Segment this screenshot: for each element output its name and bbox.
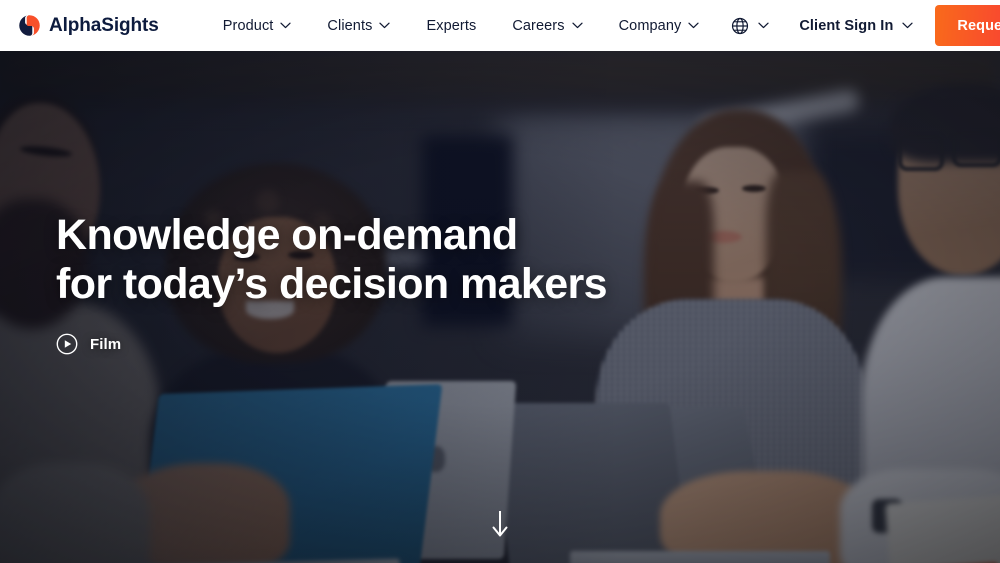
brand-name: AlphaSights <box>49 14 159 36</box>
nav-item-experts[interactable]: Experts <box>408 12 494 40</box>
nav-item-label: Company <box>618 17 682 34</box>
primary-nav: Product Clients Experts Careers Company <box>205 12 718 40</box>
nav-item-clients[interactable]: Clients <box>309 12 408 40</box>
nav-item-label: Careers <box>512 17 565 34</box>
hero-content: Knowledge on-demand for today’s decision… <box>56 211 608 360</box>
nav-item-label: Product <box>222 17 274 34</box>
chevron-down-icon <box>688 22 699 29</box>
nav-item-careers[interactable]: Careers <box>494 12 600 40</box>
client-sign-in[interactable]: Client Sign In <box>783 12 929 40</box>
request-trial-button[interactable]: Request Trial <box>935 5 1000 46</box>
language-selector[interactable] <box>717 11 783 41</box>
alphasights-logo-icon <box>18 14 41 37</box>
film-label: Film <box>90 335 122 353</box>
nav-item-label: Clients <box>327 17 373 34</box>
chevron-down-icon <box>571 22 583 29</box>
nav-item-product[interactable]: Product <box>205 12 310 40</box>
play-circle-icon <box>56 333 78 355</box>
scroll-down-button[interactable] <box>0 509 1000 539</box>
nav-item-label: Experts <box>426 17 477 34</box>
hero-title: Knowledge on-demand for today’s decision… <box>56 211 608 309</box>
chevron-down-icon <box>902 22 914 29</box>
arrow-down-icon <box>492 511 508 537</box>
header-actions: Client Sign In Request Trial <box>717 0 1000 51</box>
chevron-down-icon <box>280 22 292 29</box>
brand-logo-link[interactable]: AlphaSights <box>18 14 159 37</box>
chevron-down-icon <box>379 22 391 29</box>
chevron-down-icon <box>758 22 769 29</box>
nav-item-company[interactable]: Company <box>601 12 718 40</box>
film-play-link[interactable]: Film <box>56 333 121 355</box>
client-sign-in-label: Client Sign In <box>799 17 894 34</box>
hero-section: Knowledge on-demand for today’s decision… <box>0 51 1000 563</box>
globe-icon <box>732 17 749 34</box>
site-header: AlphaSights Product Clients Experts Care… <box>0 0 1000 51</box>
